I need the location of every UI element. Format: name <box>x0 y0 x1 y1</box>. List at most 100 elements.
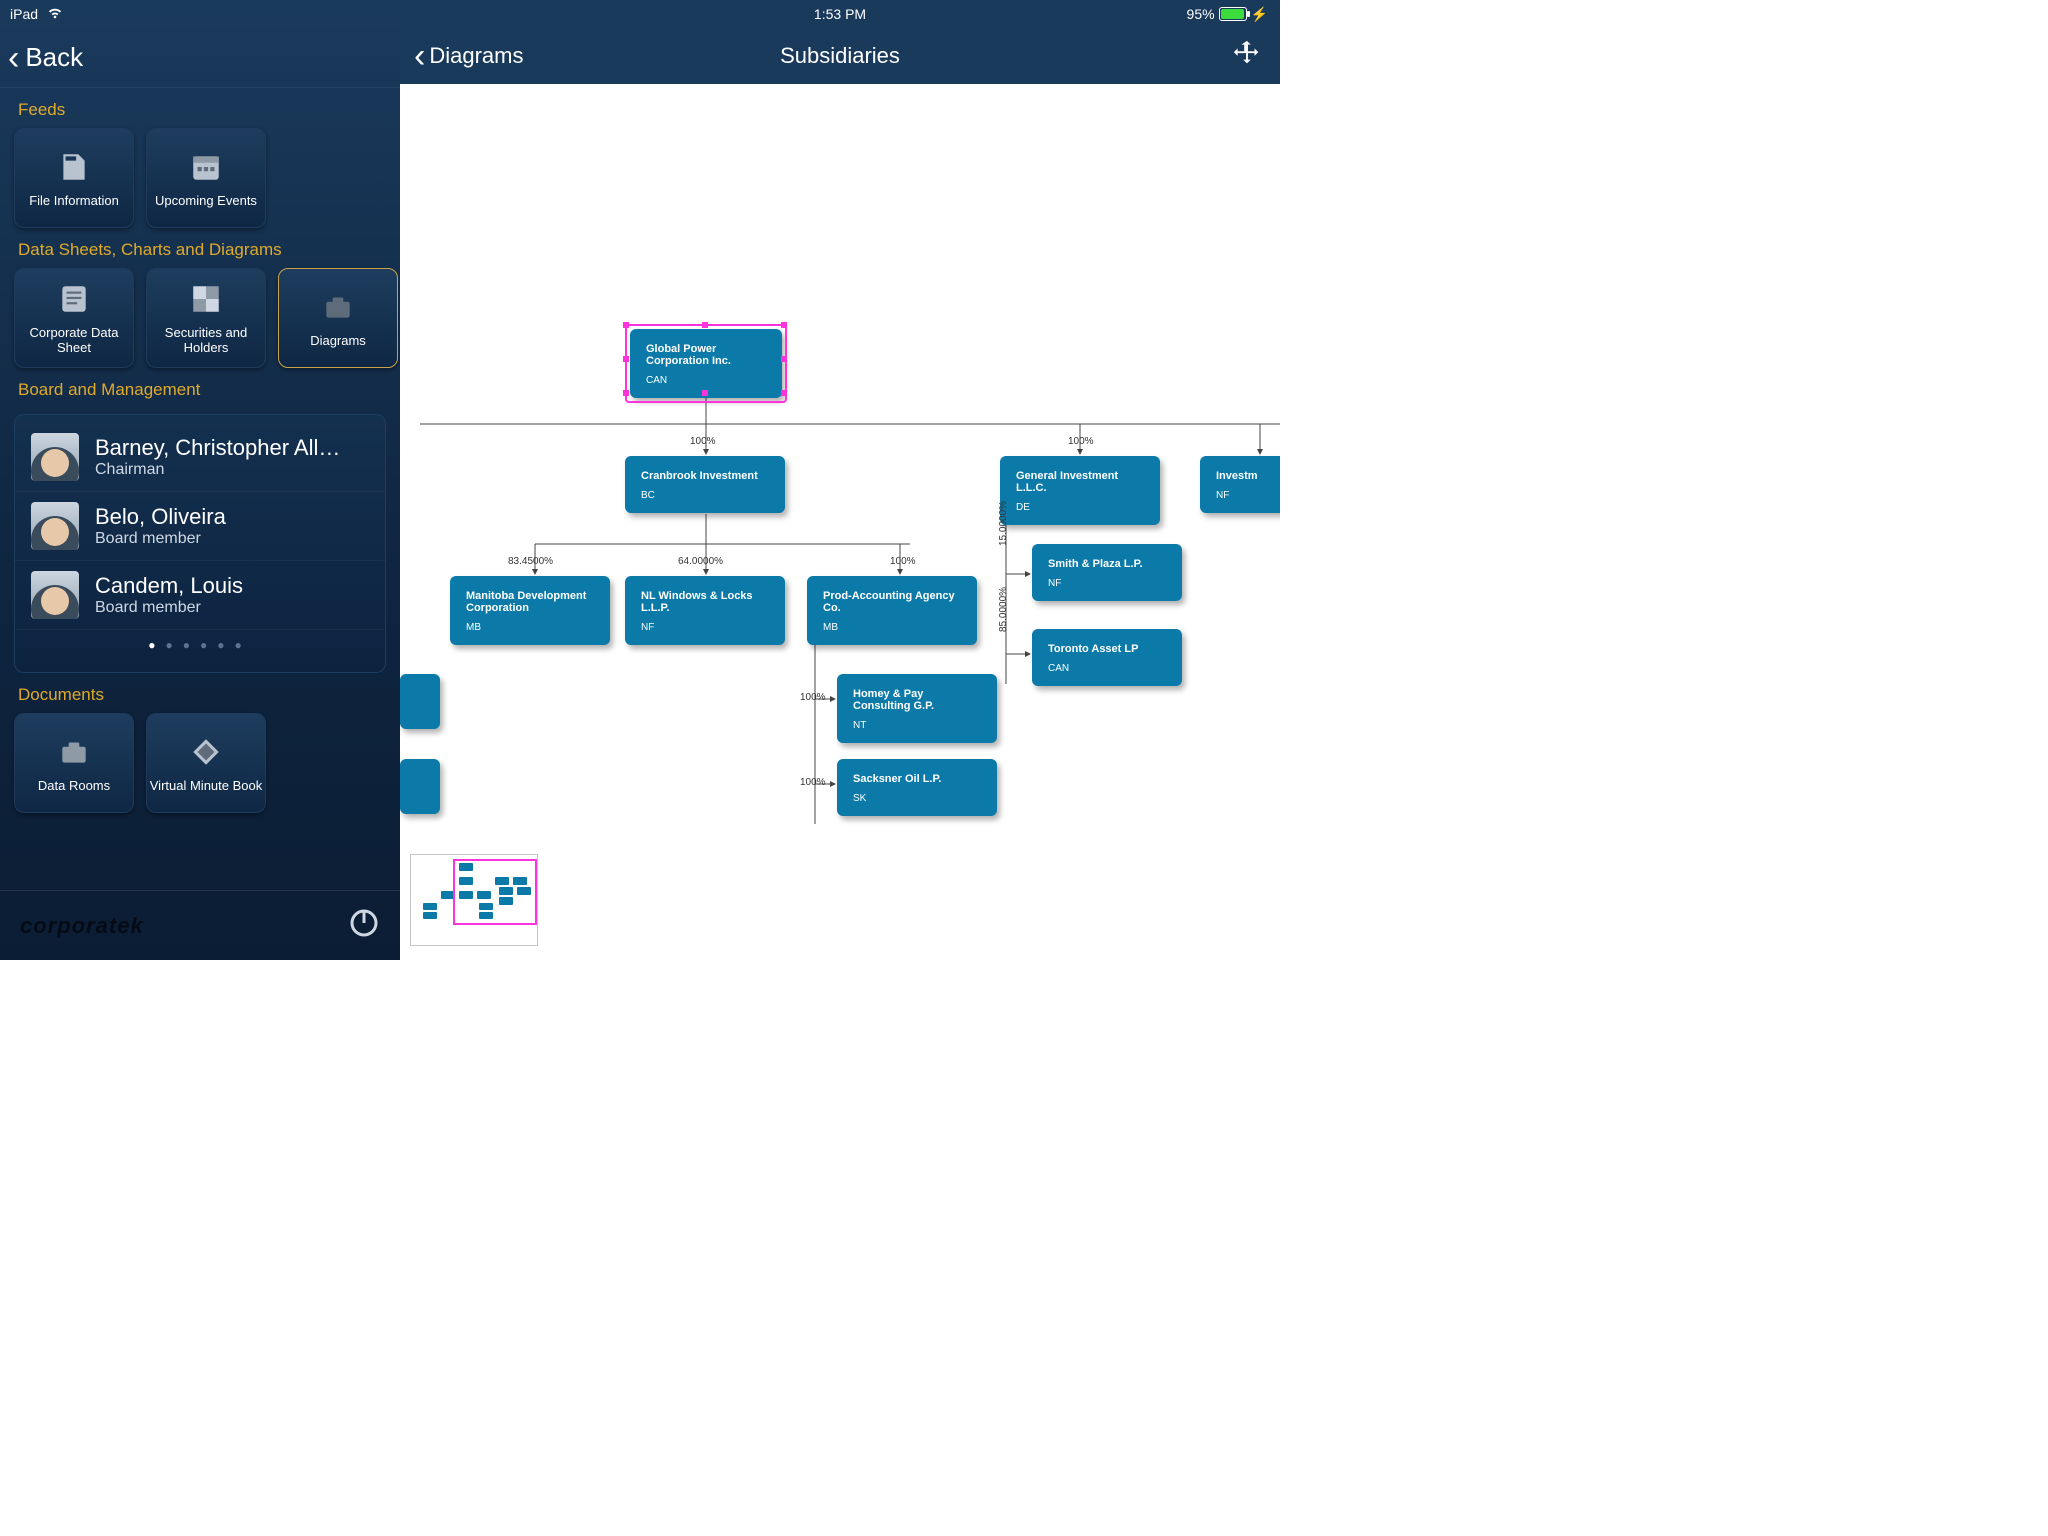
page-dots[interactable]: ●●●●●● <box>15 638 385 652</box>
device-label: iPad <box>10 6 38 22</box>
node-country: SK <box>853 793 981 804</box>
node-country: CAN <box>1048 663 1166 674</box>
node-country: DE <box>1016 502 1144 513</box>
node-country: NF <box>641 622 769 633</box>
tile-file-information[interactable]: File Information <box>14 128 134 228</box>
person-row[interactable]: Barney, Christopher All… Chairman <box>15 423 385 492</box>
file-icon <box>53 149 95 185</box>
node-name: Smith & Plaza L.P. <box>1048 558 1166 570</box>
node-name: Prod-Accounting Agency Co. <box>823 590 961 614</box>
charging-icon: ⚡ <box>1251 6 1268 23</box>
person-name: Belo, Oliveira <box>95 504 226 530</box>
person-row[interactable]: Belo, Oliveira Board member <box>15 492 385 561</box>
person-row[interactable]: Candem, Louis Board member <box>15 561 385 630</box>
person-role: Chairman <box>95 461 340 479</box>
section-documents-label: Documents <box>0 673 400 713</box>
node-name: NL Windows & Locks L.L.P. <box>641 590 769 614</box>
avatar <box>31 433 79 481</box>
node-country: CAN <box>646 375 766 386</box>
diagram-canvas[interactable]: Global Power Corporation Inc. CAN Cranbr… <box>400 84 1280 960</box>
person-role: Board member <box>95 530 226 548</box>
node-root[interactable]: Global Power Corporation Inc. CAN <box>630 329 782 398</box>
node-name: Toronto Asset LP <box>1048 643 1166 655</box>
sidebar-footer: corporatek <box>0 890 400 960</box>
node-name: Sacksner Oil L.P. <box>853 773 981 785</box>
edge-pct: 64.0000% <box>678 556 723 567</box>
edge-pct: 100% <box>890 556 916 567</box>
tile-upcoming-events[interactable]: Upcoming Events <box>146 128 266 228</box>
page-title: Subsidiaries <box>780 43 900 69</box>
node-country: MB <box>823 622 961 633</box>
diagrams-back-button[interactable]: ‹ Diagrams <box>414 39 523 73</box>
node-fragment[interactable] <box>400 759 440 814</box>
move-icon[interactable] <box>1232 39 1262 74</box>
minimap[interactable] <box>410 854 538 946</box>
node-name: Homey & Pay Consulting G.P. <box>853 688 981 712</box>
node-country: NF <box>1216 490 1280 501</box>
chevron-left-icon: ‹ <box>8 41 19 75</box>
status-bar-right: 1:53 PM 95% ⚡ <box>400 0 1280 28</box>
node-manitoba[interactable]: Manitoba Development Corporation MB <box>450 576 610 645</box>
node-general[interactable]: General Investment L.L.C. DE <box>1000 456 1160 525</box>
tile-label: Diagrams <box>310 333 366 348</box>
diagrams-back-label: Diagrams <box>429 43 523 69</box>
tile-label: Virtual Minute Book <box>150 778 263 793</box>
tile-label: File Information <box>29 193 119 208</box>
main-topbar: ‹ Diagrams Subsidiaries <box>400 28 1280 84</box>
node-toronto[interactable]: Toronto Asset LP CAN <box>1032 629 1182 686</box>
briefcase-icon <box>317 289 359 325</box>
node-sacksner[interactable]: Sacksner Oil L.P. SK <box>837 759 997 816</box>
section-datasheets-label: Data Sheets, Charts and Diagrams <box>0 228 400 268</box>
tile-label: Data Rooms <box>38 778 110 793</box>
tile-data-rooms[interactable]: Data Rooms <box>14 713 134 813</box>
status-bar-left: iPad <box>0 0 400 28</box>
edge-pct: 85.0000% <box>998 587 1009 632</box>
node-prodacct[interactable]: Prod-Accounting Agency Co. MB <box>807 576 977 645</box>
node-country: NF <box>1048 578 1166 589</box>
node-name: Investm <box>1216 470 1280 482</box>
edge-pct: 15.0000% <box>998 501 1009 546</box>
avatar <box>31 571 79 619</box>
wifi-icon <box>46 6 64 23</box>
tile-label: Securities and Holders <box>147 325 265 355</box>
node-smith[interactable]: Smith & Plaza L.P. NF <box>1032 544 1182 601</box>
main-panel: 1:53 PM 95% ⚡ ‹ Diagrams Subsidiaries <box>400 0 1280 960</box>
node-name: Global Power Corporation Inc. <box>646 343 766 367</box>
tile-securities-holders[interactable]: Securities and Holders <box>146 268 266 368</box>
node-country: MB <box>466 622 594 633</box>
section-feeds-label: Feeds <box>0 88 400 128</box>
board-card: Barney, Christopher All… Chairman Belo, … <box>14 414 386 673</box>
node-cranbrook[interactable]: Cranbrook Investment BC <box>625 456 785 513</box>
edge-pct: 100% <box>800 777 826 788</box>
node-name: Cranbrook Investment <box>641 470 769 482</box>
book-icon <box>185 734 227 770</box>
briefcase-icon <box>53 734 95 770</box>
clock: 1:53 PM <box>814 6 866 22</box>
tile-label: Corporate Data Sheet <box>15 325 133 355</box>
battery-icon <box>1219 7 1247 21</box>
tile-virtual-minute-book[interactable]: Virtual Minute Book <box>146 713 266 813</box>
person-name: Candem, Louis <box>95 573 243 599</box>
node-nlwindows[interactable]: NL Windows & Locks L.L.P. NF <box>625 576 785 645</box>
node-name: General Investment L.L.C. <box>1016 470 1144 494</box>
node-invest-right[interactable]: Investm NF <box>1200 456 1280 513</box>
node-country: NT <box>853 720 981 731</box>
node-name: Manitoba Development Corporation <box>466 590 594 614</box>
tile-corporate-data-sheet[interactable]: Corporate Data Sheet <box>14 268 134 368</box>
pie-icon <box>185 281 227 317</box>
sheet-icon <box>53 281 95 317</box>
battery-pct: 95% <box>1187 6 1215 22</box>
edge-pct: 83.4500% <box>508 556 553 567</box>
tile-diagrams[interactable]: Diagrams <box>278 268 398 368</box>
node-fragment[interactable] <box>400 674 440 729</box>
tile-label: Upcoming Events <box>155 193 257 208</box>
back-button[interactable]: ‹ Back <box>0 28 400 88</box>
calendar-icon <box>185 149 227 185</box>
back-label: Back <box>25 42 83 73</box>
brand-logo: corporatek <box>20 913 144 939</box>
section-board-label: Board and Management <box>0 368 400 408</box>
node-homey[interactable]: Homey & Pay Consulting G.P. NT <box>837 674 997 743</box>
person-name: Barney, Christopher All… <box>95 435 340 461</box>
power-button[interactable] <box>348 907 380 944</box>
edge-pct: 100% <box>800 692 826 703</box>
